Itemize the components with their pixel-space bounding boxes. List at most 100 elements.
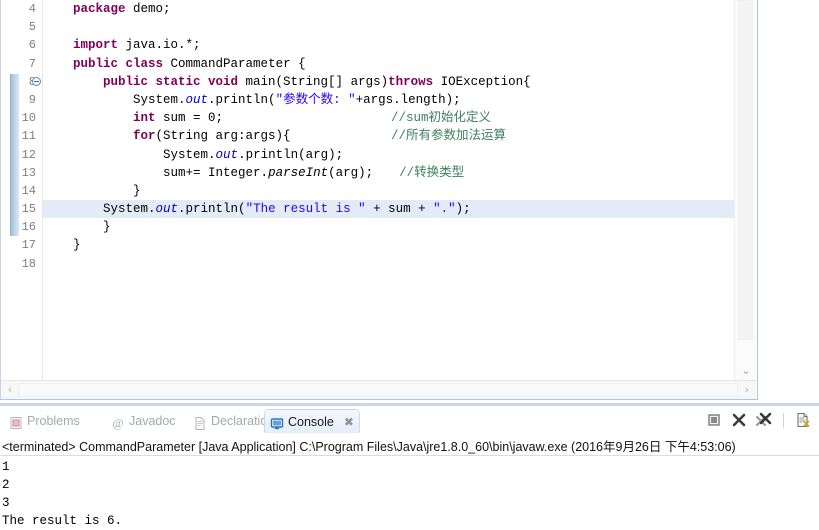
code-token: parseInt [268,165,329,180]
editor-text-area[interactable]: 4 package demo; 5 6 import java.io.*; 7 pub… [1,0,735,381]
code-line[interactable]: 5 [29,18,735,36]
remove-launch-button[interactable] [731,412,747,428]
code-token: "The result is " [245,202,366,217]
line-number: 18 [21,256,36,271]
code-line[interactable]: 18 [22,255,735,273]
problems-icon [9,414,23,429]
code-token: CommandParameter { [170,56,306,71]
code-token: sum = 0; [163,111,224,126]
source-code[interactable]: 4 package demo; 5 6 import java.io.*; 7 pub… [1,0,735,381]
line-number: 17 [21,238,36,253]
editor-horizontal-scrollbar[interactable]: ‹ › [1,380,756,399]
remove-all-terminated-button[interactable] [755,412,772,428]
code-token: System. [103,202,156,217]
code-token: } [133,183,141,198]
bottom-view-panel: Problems@JavadocDeclarationConsole✖ [0,403,819,528]
clear-console-button[interactable] [795,412,811,428]
code-line[interactable]: 4 package demo; [29,0,735,18]
code-token: (arg); [328,165,374,180]
line-number: 15 [21,202,36,217]
panel-separator [0,403,819,406]
scroll-right-arrow-icon[interactable]: › [738,381,756,399]
code-line[interactable]: 8 public static void main(String[] args)… [29,73,735,91]
code-token: "参数个数: " [275,92,356,107]
code-token: for [133,129,156,144]
code-line[interactable]: 12 System.out.println(arg); [22,146,735,164]
code-line[interactable]: 13 sum+= Integer.parseInt(arg); //转换类型 [22,164,735,182]
code-comment: //sum初始化定义 [391,111,492,126]
code-token: .println(arg); [238,147,344,162]
code-token: .println( [178,202,246,217]
terminate-button[interactable] [706,412,722,428]
code-token: demo; [133,2,171,16]
editor-vertical-scrollbar[interactable]: ⌄ [734,0,757,381]
tab-label: Console [288,414,334,429]
line-number: 5 [28,20,36,35]
line-number: 11 [21,129,36,144]
code-token: package [73,2,134,16]
svg-text:@: @ [112,416,123,430]
code-line[interactable]: 17 } [22,236,735,254]
console-icon [270,415,284,429]
declaration-icon [193,414,207,430]
console-toolbar[interactable] [706,409,811,431]
scroll-left-arrow-icon[interactable]: ‹ [1,381,19,399]
scroll-down-arrow-icon[interactable]: ⌄ [735,363,757,379]
line-number: 9 [28,92,36,107]
tab-problems[interactable]: Problems [4,409,85,433]
line-number: 4 [28,2,36,16]
eclipse-ide-window: 4 package demo; 5 6 import java.io.*; 7 pub… [0,0,819,528]
tab-console[interactable]: Console ✖ [264,409,360,433]
close-icon[interactable]: ✖ [344,416,354,428]
code-token: "." [433,202,456,217]
code-token: int [133,111,164,126]
line-number: 16 [21,220,36,235]
code-token: System. [133,92,186,107]
vertical-scroll-thumb[interactable] [738,0,753,340]
code-token: public static void [103,74,246,89]
console-output[interactable]: 1 2 3 The result is 6. [2,458,819,528]
view-tab-bar[interactable]: Problems @ Javadoc Declaration Console ✖ [0,407,819,435]
code-token: out [185,92,209,107]
tab-javadoc[interactable]: @ Javadoc [106,409,181,433]
code-comment: //所有参数加法运算 [391,129,507,144]
toolbar-divider [783,412,784,428]
code-token: out [215,147,239,162]
code-line[interactable]: 14 } [22,182,735,200]
code-comment: //转换类型 [399,165,465,180]
code-token: (String arg:args){ [155,129,291,144]
code-token: public class [73,56,171,71]
line-number: 14 [21,183,36,198]
code-line[interactable]: 16 } [22,218,735,236]
code-token: IOException{ [440,74,531,89]
horizontal-scroll-thumb[interactable] [19,383,738,397]
code-token: java.io.*; [125,38,201,53]
code-token: ); [455,202,471,217]
tab-label: Problems [27,414,80,428]
code-token: +args.length); [355,92,461,107]
code-line[interactable]: 10 int sum = 0; //sum初始化定义 [22,109,735,127]
line-number: 12 [21,147,36,162]
code-token: sum+= Integer. [163,165,269,180]
console-status-divider [0,455,819,456]
code-line[interactable]: 6 import java.io.*; [29,36,735,54]
code-line[interactable]: 11 for(String arg:args){ //所有参数加法运算 [22,127,735,145]
tab-label: Javadoc [129,414,176,428]
code-token: import [73,38,126,53]
code-token: System. [163,147,216,162]
java-editor[interactable]: 4 package demo; 5 6 import java.io.*; 7 pub… [0,0,758,400]
javadoc-icon: @ [111,414,125,430]
code-token: out [155,202,179,217]
code-token: main(String[] args) [245,74,389,89]
code-token: } [73,238,81,253]
code-line[interactable]: 9 System.out.println("参数个数: "+args.lengt… [29,91,735,109]
console-status-line: <terminated> CommandParameter [Java Appl… [2,440,736,454]
line-number: 7 [28,56,36,71]
code-line[interactable]: 15 System.out.println("The result is " +… [1,200,735,219]
fold-collapse-icon[interactable] [32,76,41,86]
line-number: 6 [28,38,36,53]
code-line[interactable]: 7 public class CommandParameter { [29,55,735,73]
code-token: throws [388,74,441,89]
code-token: + sum + [365,202,434,217]
code-token: } [103,220,111,235]
